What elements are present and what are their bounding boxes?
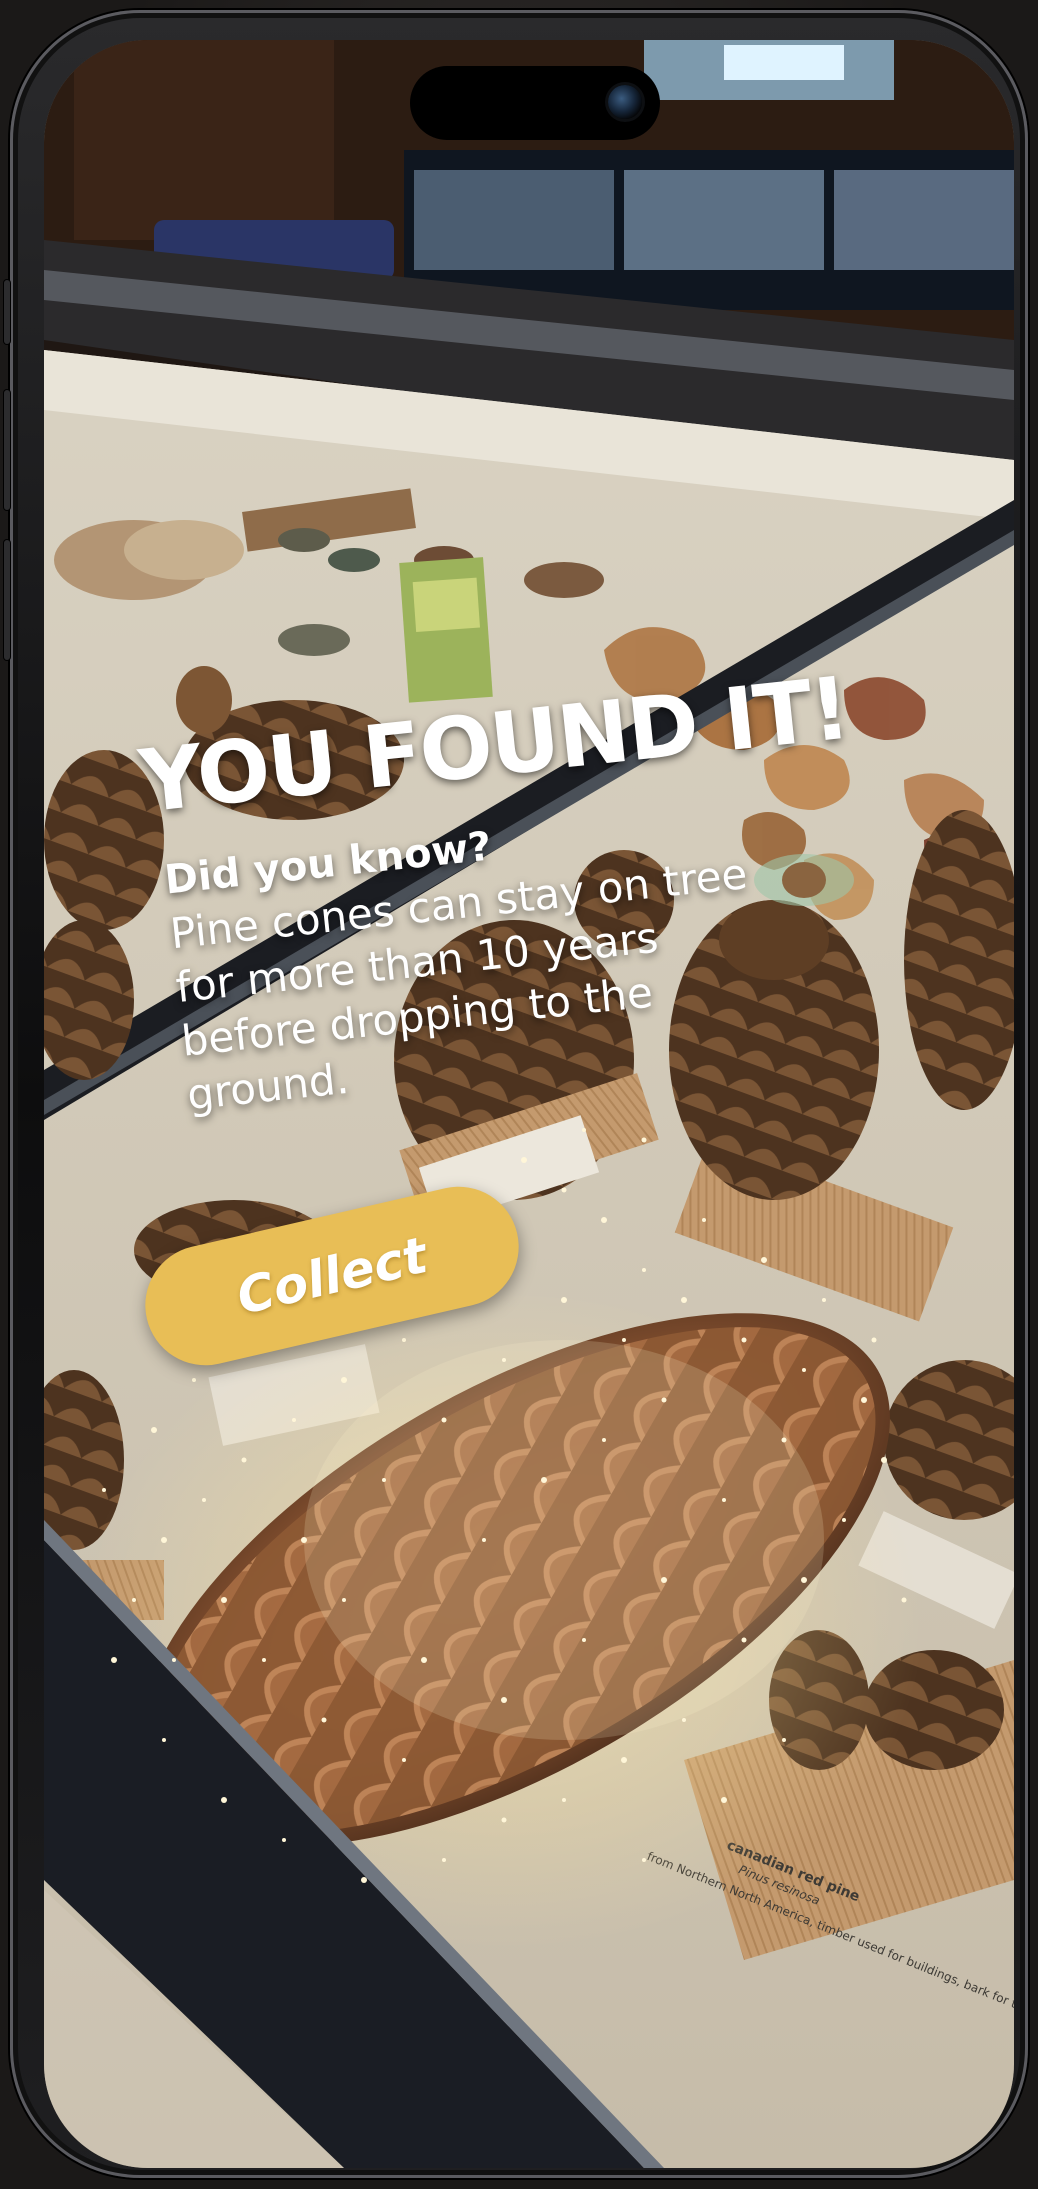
volume-up-button <box>4 390 10 510</box>
collect-button-label: Collect <box>231 1226 433 1326</box>
ar-camera-screen[interactable]: canadian red pine Pinus resinosa from No… <box>44 40 1014 2168</box>
volume-down-button <box>4 540 10 660</box>
device-mockup-stage: canadian red pine Pinus resinosa from No… <box>0 0 1038 2189</box>
action-button <box>4 280 10 344</box>
phone-frame: canadian red pine Pinus resinosa from No… <box>4 10 1028 2178</box>
front-camera-icon <box>608 85 642 119</box>
dynamic-island <box>410 66 660 140</box>
found-it-overlay: YOU FOUND IT! Did you know? Pine cones c… <box>135 659 873 1124</box>
